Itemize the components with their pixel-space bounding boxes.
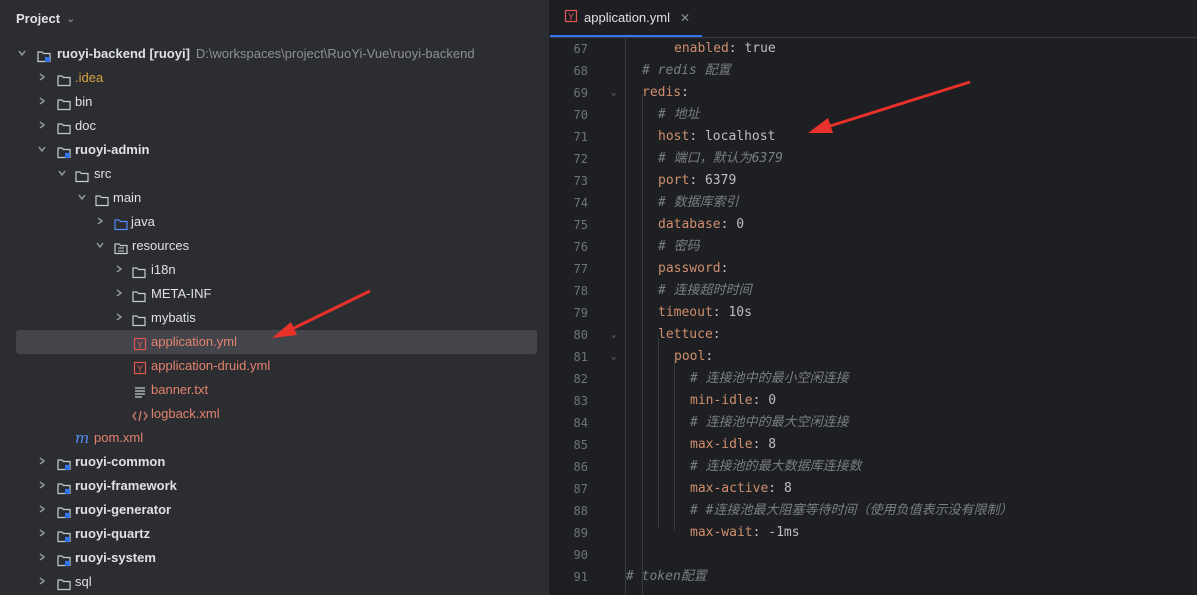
annotation-arrow-editor: [808, 80, 971, 133]
annotation-arrow-tree: [272, 289, 371, 338]
project-panel: Project ⌄ ruoyi-backend [ruoyi] D:\worksp…: [0, 0, 549, 595]
editor-pane: Y application.yml ✕ 67 enabled: true 68 # …: [550, 0, 1197, 595]
